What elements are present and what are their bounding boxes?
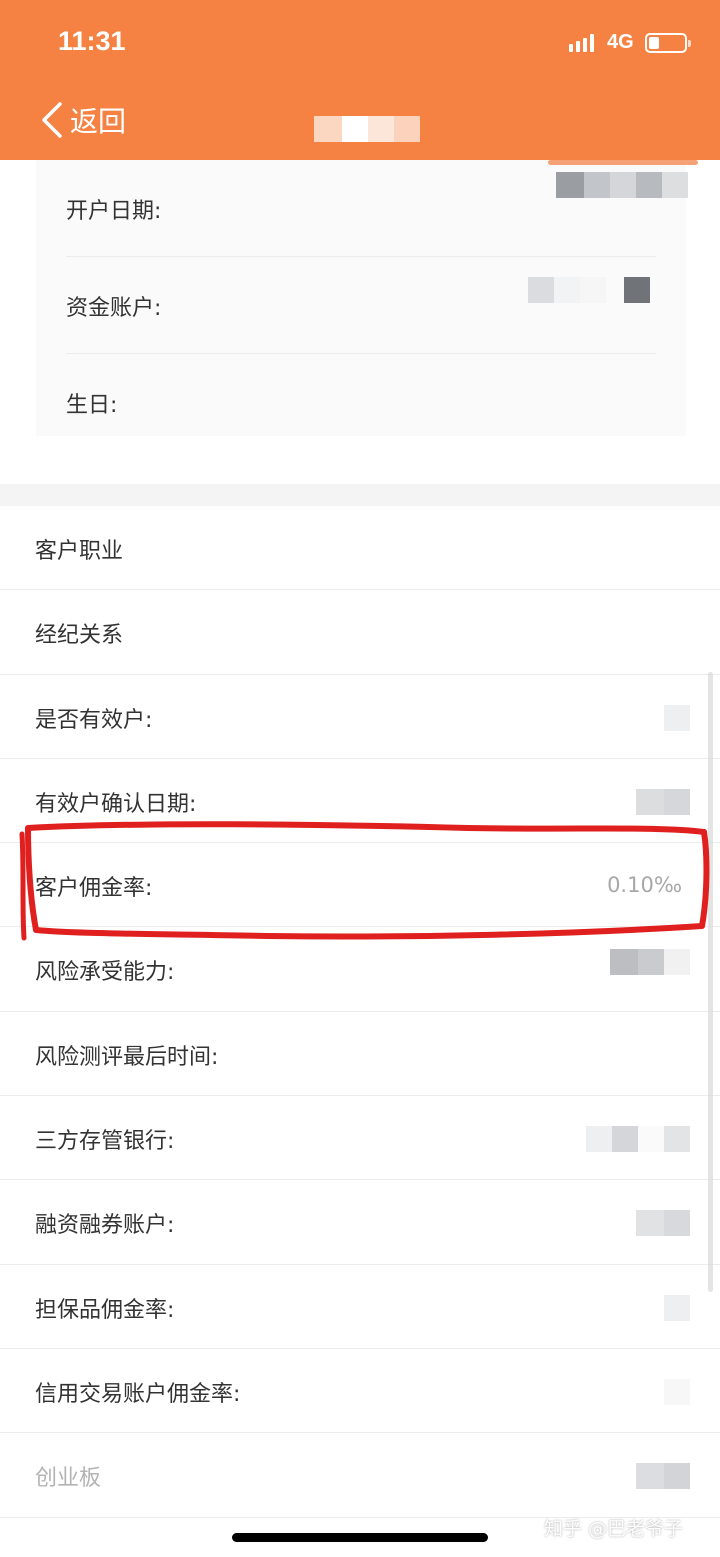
app-header: 11:31 4G 返回 bbox=[0, 0, 720, 160]
watermark: 知乎 @巴老爷子 bbox=[544, 1518, 684, 1540]
list-item-margin-account: 融资融券账户: bbox=[0, 1180, 720, 1265]
list-item-occupation[interactable]: 客户职业 bbox=[0, 506, 720, 591]
row-label: 经纪关系 bbox=[35, 623, 124, 649]
row-label: 三方存管银行: bbox=[35, 1129, 175, 1155]
redacted-value bbox=[556, 172, 688, 198]
info-label: 开户日期: bbox=[66, 199, 162, 224]
network-type: 4G bbox=[607, 31, 634, 53]
list-item-valid-confirm-date: 有效户确认日期: bbox=[0, 759, 720, 844]
redacted-value bbox=[610, 949, 690, 976]
battery-icon bbox=[645, 33, 691, 53]
home-indicator[interactable] bbox=[232, 1533, 488, 1542]
row-label: 风险测评最后时间: bbox=[35, 1044, 219, 1070]
row-label: 创业板 bbox=[35, 1466, 102, 1492]
list-item-broker-relation[interactable]: 经纪关系 bbox=[0, 590, 720, 675]
redacted-value bbox=[586, 1126, 690, 1153]
info-label: 生日: bbox=[66, 393, 118, 418]
list-item-commission-rate: 客户佣金率: 0.10‰ bbox=[0, 843, 720, 928]
chevron-left-icon bbox=[42, 102, 62, 138]
redacted-value bbox=[636, 788, 690, 815]
list-item-credit-commission: 信用交易账户佣金率: bbox=[0, 1349, 720, 1434]
list-item-custody-bank: 三方存管银行: bbox=[0, 1096, 720, 1181]
signal-icon bbox=[569, 34, 594, 52]
page-title-redacted bbox=[314, 116, 420, 142]
row-label: 客户佣金率: bbox=[35, 876, 153, 902]
info-label: 资金账户: bbox=[66, 296, 162, 321]
row-label: 客户职业 bbox=[35, 539, 124, 564]
account-detail-list: 客户职业 经纪关系 是否有效户: 有效户确认日期: 客户佣金率: 0.10‰ 风… bbox=[0, 506, 720, 1518]
redacted-value bbox=[528, 277, 650, 303]
row-label: 担保品佣金率: bbox=[35, 1297, 175, 1323]
personal-info-card: 开户日期: 资金账户: 生日: bbox=[36, 160, 698, 436]
list-item-chinext: 创业板 bbox=[0, 1433, 720, 1518]
redacted-value bbox=[636, 1210, 690, 1237]
info-row-fund-account: 资金账户: bbox=[66, 257, 656, 354]
back-label: 返回 bbox=[70, 105, 127, 138]
row-label: 信用交易账户佣金率: bbox=[35, 1381, 241, 1407]
list-item-risk-tolerance: 风险承受能力: bbox=[0, 927, 720, 1012]
redacted-value bbox=[664, 1378, 690, 1405]
row-label: 融资融券账户: bbox=[35, 1213, 175, 1239]
info-row-birthday: 生日: bbox=[66, 354, 656, 451]
redacted-value bbox=[636, 1463, 690, 1490]
section-divider bbox=[0, 484, 720, 506]
row-label: 是否有效户: bbox=[35, 707, 153, 733]
scrollbar[interactable] bbox=[708, 672, 713, 1292]
redacted-value bbox=[664, 704, 690, 731]
row-label: 风险承受能力: bbox=[35, 960, 175, 986]
row-label: 有效户确认日期: bbox=[35, 791, 197, 817]
info-row-open-date: 开户日期: bbox=[66, 160, 698, 257]
redacted-value bbox=[664, 1294, 690, 1321]
commission-rate-value: 0.10‰ bbox=[607, 873, 682, 898]
back-button[interactable]: 返回 bbox=[40, 100, 126, 140]
list-item-valid-account: 是否有效户: bbox=[0, 675, 720, 759]
status-time: 11:31 bbox=[58, 26, 126, 56]
list-item-risk-assessment-time: 风险测评最后时间: bbox=[0, 1012, 720, 1097]
list-item-collateral-commission: 担保品佣金率: bbox=[0, 1265, 720, 1349]
